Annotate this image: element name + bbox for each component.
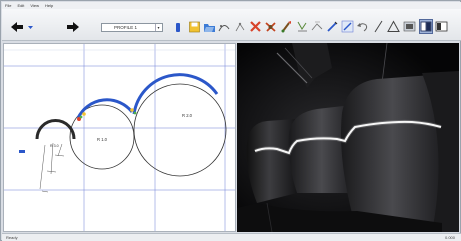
grid-icon[interactable] [403,20,416,33]
menu-bar: File Edit View Help [2,2,461,9]
profile-plot[interactable]: R 1.0 R 2.0 R 3.0 [4,44,236,232]
arc-label-large: R 2.0 [182,113,193,118]
marker-yellow-2[interactable] [130,108,134,112]
undo-icon[interactable] [356,20,369,33]
status-bar: Ready 0.000 [2,233,461,241]
camera-view-panel[interactable] [237,43,459,232]
marker-icon[interactable] [174,22,182,33]
profile-select[interactable]: PROFILE 1 ▾ [101,23,163,32]
dropdown-arrow-icon[interactable] [28,24,33,30]
plot-grid [4,44,235,231]
open-icon[interactable] [203,21,216,33]
marker-yellow[interactable] [82,112,86,116]
tool-icon[interactable] [264,20,277,33]
forward-arrow-icon[interactable] [66,22,80,32]
measure-icon[interactable] [296,20,309,33]
edit-icon[interactable] [341,20,354,33]
marker-green-2[interactable] [133,111,137,115]
profile-plot-panel[interactable]: R 1.0 R 2.0 R 3.0 [3,43,236,232]
menu-help[interactable]: Help [45,2,53,9]
camera-image [237,43,459,232]
reference-marker[interactable] [19,150,25,153]
full-view-icon[interactable] [435,20,448,33]
split-view-icon[interactable] [419,19,433,34]
status-left: Ready [6,235,18,240]
save-icon[interactable] [189,21,200,33]
fit-arc-icon[interactable] [218,21,230,33]
profile-select-value: PROFILE 1 [114,25,138,30]
delete-icon[interactable] [249,20,262,33]
chevron-down-icon: ▾ [155,24,161,31]
line-icon[interactable] [373,20,384,33]
application-window: File Edit View Help PROFILE 1 ▾ R 1.0 R … [0,0,461,241]
arc-label-small: R 3.0 [50,144,59,148]
circle-large[interactable] [133,83,227,177]
toolbar: PROFILE 1 ▾ [2,9,461,41]
arc-small[interactable] [35,119,76,140]
curve-icon[interactable] [311,20,324,33]
arc-label-medium: R 1.0 [97,137,108,142]
menu-view[interactable]: View [30,2,39,9]
pencil-icon[interactable] [326,20,339,33]
back-arrow-icon[interactable] [10,22,24,32]
node-icon[interactable] [234,21,246,33]
triangle-icon[interactable] [387,20,400,33]
menu-file[interactable]: File [5,2,11,9]
arc-large-highlight[interactable] [132,73,219,115]
status-right: 0.000 [444,235,455,240]
dimension-leaders [39,142,65,193]
brush-icon[interactable] [280,20,293,33]
arc-medium-highlight[interactable] [76,98,134,119]
marker-green[interactable] [79,115,83,119]
menu-edit[interactable]: Edit [17,2,24,9]
